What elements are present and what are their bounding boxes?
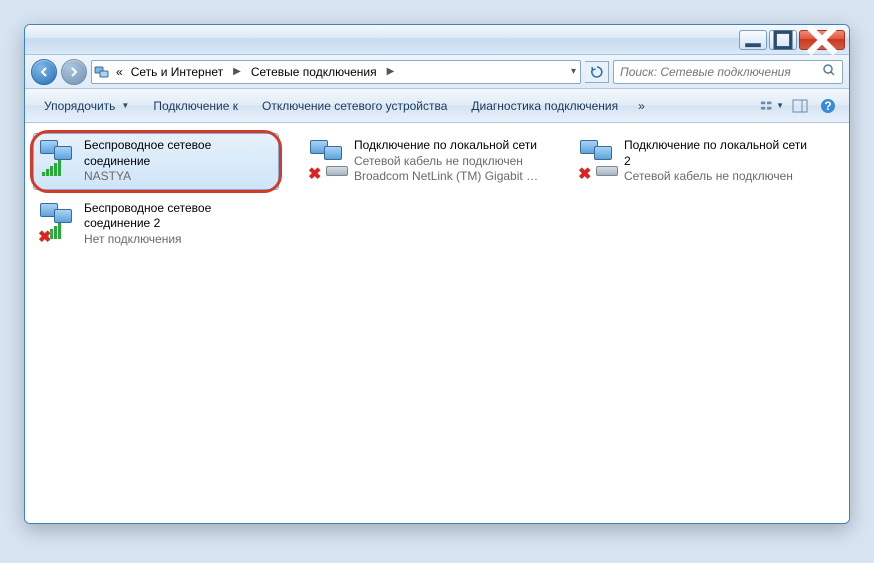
connection-text: Подключение по локальной сети 2Сетевой к… — [624, 138, 812, 185]
connection-status: Сетевой кабель не подключен — [624, 169, 812, 185]
connect-label: Подключение к — [153, 99, 238, 113]
connection-item[interactable]: ✖ Подключение по локальной сети 2Сетевой … — [573, 133, 819, 190]
search-input[interactable] — [620, 65, 822, 79]
connection-status: Нет подключения — [84, 232, 272, 248]
connection-status: NASTYA — [84, 169, 272, 185]
dropdown-arrow-icon: ▼ — [121, 101, 129, 110]
breadcrumb-level2[interactable]: Сетевые подключения — [249, 65, 379, 79]
content-area: Беспроводное сетевое соединениеNASTYA ✖ По… — [25, 123, 849, 523]
diagnose-button[interactable]: Диагностика подключения — [460, 94, 629, 118]
disable-device-label: Отключение сетевого устройства — [262, 99, 447, 113]
connection-title: Беспроводное сетевое соединение 2 — [84, 201, 272, 232]
close-button[interactable] — [799, 30, 845, 50]
breadcrumb-level1[interactable]: Сеть и Интернет — [129, 65, 225, 79]
error-x-icon: ✖ — [578, 164, 592, 178]
chevron-right-icon[interactable]: ▶ — [229, 66, 245, 77]
connection-text: Подключение по локальной сетиСетевой каб… — [354, 138, 542, 185]
search-icon[interactable] — [822, 63, 836, 80]
network-folder-icon — [94, 64, 110, 80]
connection-status: Сетевой кабель не подключен — [354, 154, 542, 170]
chevron-right-icon[interactable]: ▶ — [383, 66, 399, 77]
help-button[interactable]: ? — [815, 94, 841, 118]
toolbar-overflow-button[interactable]: » — [631, 94, 652, 118]
address-bar: « Сеть и Интернет ▶ Сетевые подключения … — [25, 55, 849, 89]
location-dropdown-icon[interactable]: ▾ — [567, 66, 578, 77]
diagnose-label: Диагностика подключения — [471, 99, 618, 113]
location-bar[interactable]: « Сеть и Интернет ▶ Сетевые подключения … — [91, 60, 581, 84]
organize-label: Упорядочить — [44, 99, 115, 113]
error-x-icon: ✖ — [38, 227, 52, 241]
disable-device-button[interactable]: Отключение сетевого устройства — [251, 94, 458, 118]
breadcrumb-prefix[interactable]: « — [114, 65, 125, 79]
connection-text: Беспроводное сетевое соединение 2Нет под… — [84, 201, 272, 248]
nav-forward-button[interactable] — [61, 59, 87, 85]
nav-back-button[interactable] — [31, 59, 57, 85]
connection-title: Беспроводное сетевое соединение — [84, 138, 272, 169]
wifi-adapter-icon: ✖ — [40, 201, 78, 239]
titlebar — [25, 25, 849, 55]
error-x-icon: ✖ — [308, 164, 322, 178]
search-box[interactable] — [613, 60, 843, 84]
explorer-window: « Сеть и Интернет ▶ Сетевые подключения … — [24, 24, 850, 524]
lan-adapter-icon: ✖ — [310, 138, 348, 176]
connection-detail: Broadcom NetLink (TM) Gigabit E... — [354, 169, 542, 185]
wifi-adapter-icon — [40, 138, 78, 176]
connect-button[interactable]: Подключение к — [142, 94, 249, 118]
refresh-button[interactable] — [585, 61, 609, 83]
connection-item[interactable]: ✖ Беспроводное сетевое соединение 2Нет по… — [33, 196, 279, 253]
svg-text:?: ? — [824, 99, 831, 113]
view-options-button[interactable]: ▼ — [759, 94, 785, 118]
minimize-button[interactable] — [739, 30, 767, 50]
connection-title: Подключение по локальной сети 2 — [624, 138, 812, 169]
dropdown-arrow-icon: ▼ — [776, 101, 784, 110]
toolbar: Упорядочить ▼ Подключение к Отключение с… — [25, 89, 849, 123]
lan-adapter-icon: ✖ — [580, 138, 618, 176]
organize-button[interactable]: Упорядочить ▼ — [33, 94, 140, 118]
maximize-button[interactable] — [769, 30, 797, 50]
preview-pane-button[interactable] — [787, 94, 813, 118]
connection-item[interactable]: Беспроводное сетевое соединениеNASTYA — [33, 133, 279, 190]
connection-title: Подключение по локальной сети — [354, 138, 542, 154]
connection-item[interactable]: ✖ Подключение по локальной сетиСетевой ка… — [303, 133, 549, 190]
connection-text: Беспроводное сетевое соединениеNASTYA — [84, 138, 272, 185]
